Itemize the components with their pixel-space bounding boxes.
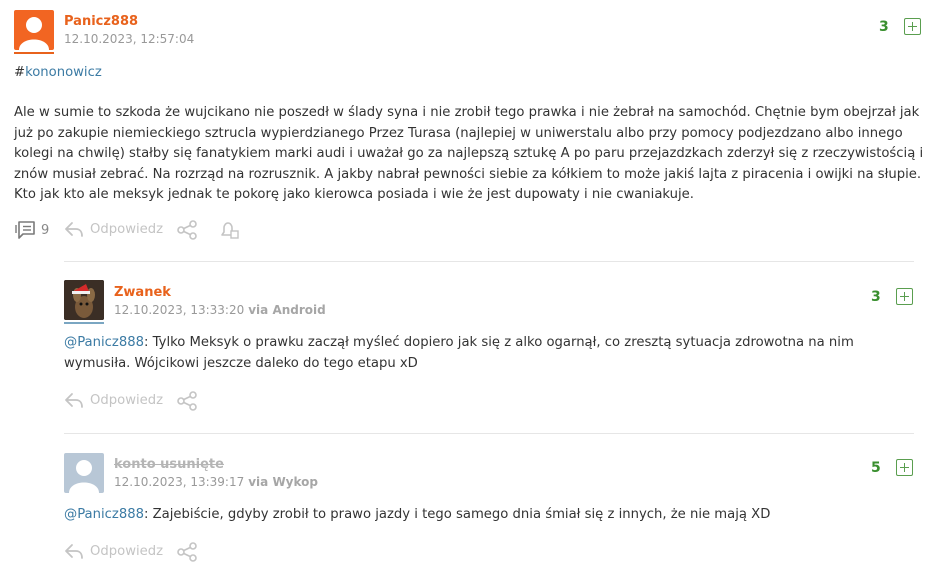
comment-body: Ale w sumie to szkoda że wujcikano nie p… — [14, 103, 929, 206]
share-button[interactable] — [176, 542, 198, 562]
share-icon — [177, 220, 197, 240]
avatar[interactable] — [64, 280, 104, 320]
mention-link[interactable]: @Panicz888 — [64, 507, 144, 522]
bell-icon — [221, 222, 239, 239]
timestamp[interactable]: 12.10.2023, 12:57:04 — [64, 32, 194, 46]
share-button[interactable] — [176, 220, 198, 240]
username: konto usunięte — [114, 457, 224, 472]
share-icon — [177, 391, 197, 411]
default-avatar-icon — [69, 460, 99, 493]
hashtag-prefix: # — [14, 65, 26, 80]
avatar[interactable] — [14, 10, 54, 50]
reply-label: Odpowiedz — [90, 221, 164, 237]
user-photo-icon — [64, 280, 104, 320]
body-line: @Panicz888: Tylko Meksyk o prawku zaczął… — [64, 333, 924, 354]
share-icon — [177, 542, 197, 562]
body-text: : Zajebiście, gdyby zrobił to prawo jazd… — [144, 507, 771, 522]
comment-reply: konto usunięte 12.10.2023, 13:39:17 via W… — [0, 434, 937, 570]
share-button[interactable] — [176, 391, 198, 411]
reply-label: Odpowiedz — [90, 392, 164, 408]
comment-actions: Odpowiedz — [64, 391, 264, 413]
vote-count: 3 — [879, 19, 889, 35]
vote-count: 5 — [871, 460, 881, 476]
vote-count: 3 — [871, 289, 881, 305]
reply-icon — [65, 393, 83, 408]
via-source: via Wykop — [248, 475, 318, 489]
username[interactable]: Zwanek — [114, 285, 171, 300]
comments-button[interactable]: 9 — [14, 220, 49, 240]
timestamp-line: 12.10.2023, 13:33:20 via Android — [114, 303, 326, 317]
hashtag-line: #kononowicz — [14, 63, 102, 84]
comments-icon — [15, 221, 35, 239]
body-line: kolegi na chwilę) stałby się fanatykiem … — [14, 146, 924, 161]
avatar-underline — [64, 322, 104, 324]
comment-body: @Panicz888: Tylko Meksyk o prawku zaczął… — [64, 333, 924, 374]
upvote-button[interactable] — [904, 18, 921, 35]
body-text: : Tylko Meksyk o prawku zaczął myśleć do… — [144, 335, 854, 350]
body-line: już po zakupie niemieckiego sztrucla wyp… — [14, 125, 903, 141]
comment-main: Panicz888 12.10.2023, 12:57:04 3 #konono… — [0, 0, 937, 250]
body-line: znów musiał zebrać. Na rozrząd na rozrus… — [14, 166, 922, 182]
default-avatar-icon — [19, 17, 49, 50]
reply-button[interactable]: Odpowiedz — [64, 220, 163, 238]
body-line: Ale w sumie to szkoda że wujcikano nie p… — [14, 105, 920, 120]
timestamp[interactable]: 12.10.2023, 13:33:20 — [114, 303, 244, 317]
mention-link[interactable]: @Panicz888 — [64, 335, 144, 350]
reply-button[interactable]: Odpowiedz — [64, 391, 163, 409]
comment-actions: 9 Odpowiedz — [14, 220, 274, 242]
reply-icon — [65, 544, 83, 559]
avatar[interactable] — [64, 453, 104, 493]
body-line: Kto jak kto ale meksyk jednak te pokorę … — [14, 187, 694, 202]
via-source: via Android — [248, 303, 326, 317]
comment-actions: Odpowiedz — [64, 542, 264, 564]
body-line: @Panicz888: Zajebiście, gdyby zrobił to … — [64, 505, 924, 526]
reply-icon — [65, 222, 83, 237]
avatar-underline — [14, 52, 54, 54]
reply-label: Odpowiedz — [90, 543, 164, 559]
hashtag-link[interactable]: kononowicz — [25, 65, 102, 80]
notify-button[interactable] — [218, 220, 240, 240]
reply-button[interactable]: Odpowiedz — [64, 542, 163, 560]
comment-count: 9 — [41, 222, 50, 238]
timestamp-line: 12.10.2023, 13:39:17 via Wykop — [114, 475, 318, 489]
comment-body: @Panicz888: Zajebiście, gdyby zrobił to … — [64, 505, 924, 526]
upvote-button[interactable] — [896, 288, 913, 305]
body-line: wymusiła. Wójcikowi jeszcze daleko do te… — [64, 355, 418, 371]
comment-reply: Zwanek 12.10.2023, 13:33:20 via Android 3… — [0, 262, 937, 432]
upvote-button[interactable] — [896, 459, 913, 476]
username[interactable]: Panicz888 — [64, 14, 138, 29]
timestamp[interactable]: 12.10.2023, 13:39:17 — [114, 475, 244, 489]
